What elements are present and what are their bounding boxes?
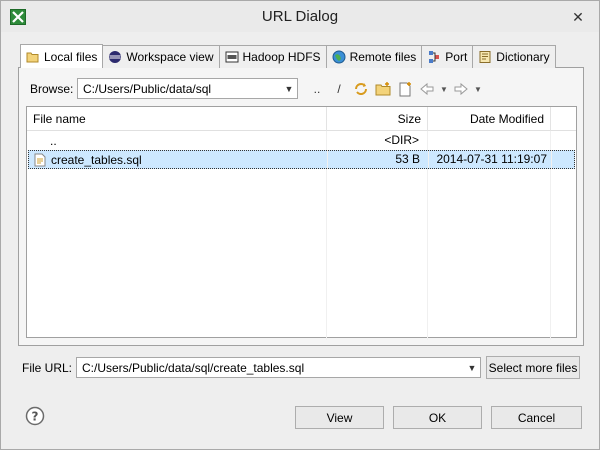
browse-label: Browse: [30,82,74,96]
arrow-right-icon [454,82,468,96]
file-name-text: create_tables.sql [51,152,142,167]
column-header-filler [551,107,576,131]
tab-local-files[interactable]: Local files [20,44,104,68]
cell-file-name: create_tables.sql [28,150,328,169]
sql-file-icon [34,153,46,166]
cell-size: 53 B [328,150,429,169]
table-row-empty [27,188,576,207]
table-row[interactable]: .. <DIR> [27,131,576,150]
hdfs-icon [225,51,239,63]
file-table-header: File name Size Date Modified [27,107,576,131]
dictionary-icon [479,51,491,63]
file-url-label: File URL: [22,361,73,375]
browse-path-value: C:/Users/Public/data/sql [83,81,212,96]
tab-hadoop-hdfs[interactable]: Hadoop HDFS [218,45,327,68]
file-url-value: C:/Users/Public/data/sql/create_tables.s… [82,360,305,375]
tab-remote-files[interactable]: Remote files [325,45,423,68]
column-header-file-name[interactable]: File name [27,107,327,131]
new-folder-button[interactable] [372,79,394,99]
view-button[interactable]: View [295,406,384,429]
close-button[interactable]: ✕ [567,7,589,27]
tab-port[interactable]: Port [421,45,474,68]
tab-dictionary[interactable]: Dictionary [472,45,556,68]
column-header-size[interactable]: Size [327,107,428,131]
back-button[interactable] [416,79,438,99]
tab-label: Workspace view [126,50,214,64]
cancel-button[interactable]: Cancel [491,406,582,429]
forward-history-dropdown[interactable]: ▼ [472,79,484,99]
forward-button[interactable] [450,79,472,99]
url-dialog-window: URL Dialog ✕ Local files Workspace view … [0,0,600,450]
tab-label: Remote files [349,50,417,64]
table-row-empty [27,264,576,283]
table-row-empty [27,321,576,340]
close-icon: ✕ [572,8,584,25]
tab-bar: Local files Workspace view Hadoop HDFS R… [20,44,556,68]
parent-directory-button[interactable]: .. [306,79,328,99]
table-row-empty [27,226,576,245]
table-row-empty [27,302,576,321]
tab-workspace-view[interactable]: Workspace view [102,45,220,68]
root-directory-button[interactable]: / [328,79,350,99]
chevron-down-icon[interactable]: ▼ [281,84,297,94]
file-url-combo[interactable]: C:/Users/Public/data/sql/create_tables.s… [76,357,481,378]
table-row-empty [27,207,576,226]
new-file-button[interactable] [394,79,416,99]
cell-size: <DIR> [327,131,428,150]
tab-label: Port [445,50,468,64]
root-label: / [337,82,341,96]
chevron-down-icon: ▼ [440,84,448,94]
tab-label: Dictionary [496,50,550,64]
folder-icon [26,52,39,62]
file-table: File name Size Date Modified .. <DIR> cr… [26,106,577,340]
table-row-empty [27,169,576,188]
refresh-button[interactable] [350,79,372,99]
browse-toolbar: .. / ▼ ▼ [306,79,484,99]
back-history-dropdown[interactable]: ▼ [438,79,450,99]
help-icon[interactable]: ? [25,406,45,426]
arrow-left-icon [420,82,434,96]
chevron-down-icon: ▼ [474,84,482,94]
help-glyph: ? [32,410,39,424]
cell-date-modified: 2014-07-31 11:19:07 [429,150,552,169]
tab-label: Hadoop HDFS [242,50,321,64]
port-icon [429,51,440,63]
new-file-icon [399,82,411,97]
table-row-empty [27,283,576,302]
select-more-files-button[interactable]: Select more files [486,356,580,379]
title-bar[interactable]: URL Dialog ✕ [1,1,599,32]
up-dir-label: .. [313,82,321,96]
cell-file-name: .. [27,131,327,150]
table-row[interactable]: create_tables.sql 53 B 2014-07-31 11:19:… [28,150,575,169]
new-folder-icon [375,82,391,96]
cell-date-modified [428,131,551,150]
tab-label: Local files [44,49,98,64]
chevron-down-icon[interactable]: ▼ [464,363,480,373]
window-title: URL Dialog [261,8,339,25]
ok-button[interactable]: OK [393,406,482,429]
refresh-icon [355,83,367,95]
column-header-date-modified[interactable]: Date Modified [428,107,551,131]
table-row-empty [27,245,576,264]
browse-path-combo[interactable]: C:/Users/Public/data/sql ▼ [77,78,298,99]
eclipse-icon [109,51,122,63]
globe-icon [332,50,346,64]
